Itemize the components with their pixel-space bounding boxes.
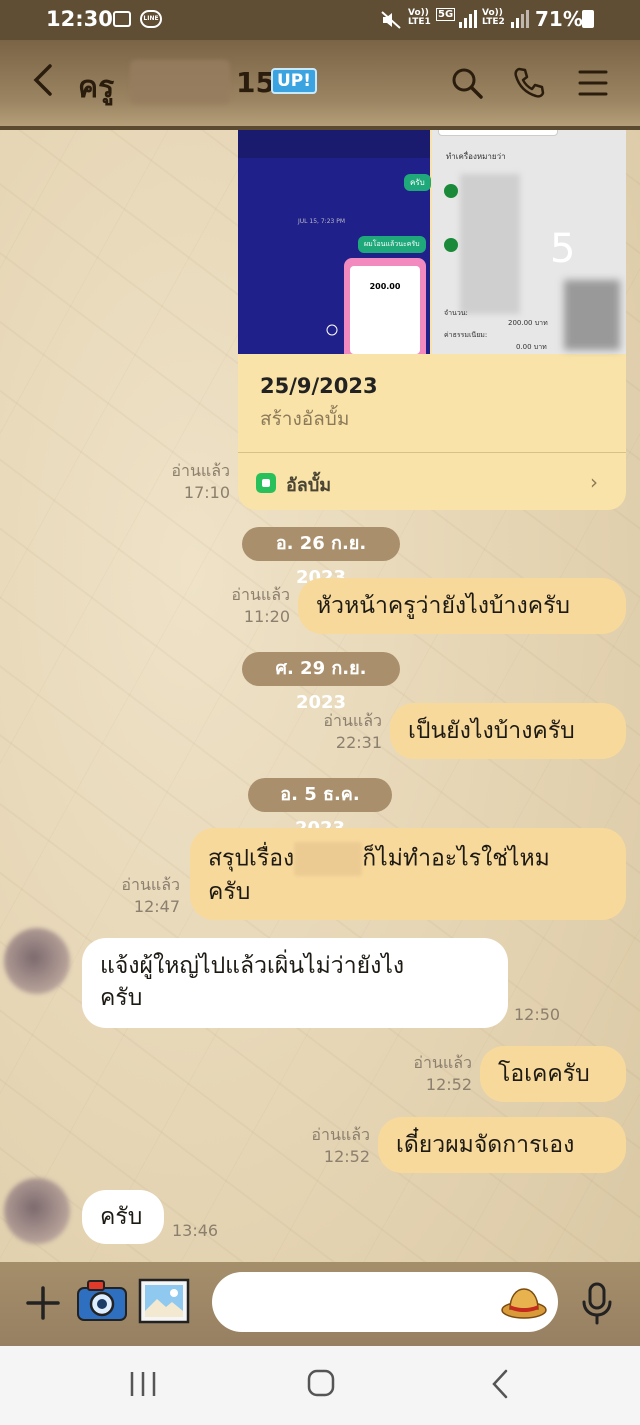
album-divider	[238, 452, 626, 453]
read-receipt: อ่านแล้ว 22:31	[323, 711, 382, 752]
camera-icon[interactable]	[76, 1276, 128, 1324]
straw-hat-sticker-icon[interactable]	[500, 1282, 548, 1322]
signal1-icon	[459, 10, 477, 28]
recent-apps-icon[interactable]	[128, 1370, 158, 1398]
menu-icon[interactable]	[574, 64, 612, 102]
message-time: 13:46	[172, 1221, 219, 1240]
signal2-icon	[511, 10, 529, 28]
chat-header: ครู 15 UP!	[0, 40, 640, 130]
back-nav-icon[interactable]	[488, 1368, 514, 1400]
android-nav-bar	[0, 1346, 640, 1425]
read-receipt: อ่านแล้ว 11:20	[231, 585, 290, 626]
volte1-label: Vo)) LTE1	[408, 8, 431, 27]
read-receipt: อ่านแล้ว 12:47	[121, 875, 180, 916]
thumb-reply-b: ผมโอนแล้วนะครับ	[358, 236, 426, 253]
search-icon[interactable]	[448, 64, 486, 102]
album-thumbnail-left[interactable]: ครับ JUL 15, 7:23 PM ผมโอนแล้วนะครับ 200…	[238, 130, 431, 354]
message-text: แจ้งผู้ใหญ่ไปแล้วเผิ่นไม่ว่ายังไง	[100, 953, 405, 979]
plus-icon[interactable]	[24, 1284, 62, 1322]
thumb-row1-value: 200.00 บาท	[508, 319, 548, 327]
photo-gallery-icon[interactable]	[138, 1278, 190, 1324]
thumb-sent-time: JUL 15, 7:23 PM	[298, 218, 346, 225]
up-badge: UP!	[271, 68, 318, 94]
home-icon[interactable]	[306, 1368, 336, 1398]
album-icon	[256, 473, 276, 493]
my-message-bubble[interactable]: โอเคครับ	[480, 1046, 626, 1102]
message-text: สรุปเรื่อง	[208, 845, 295, 872]
redacted-name	[130, 60, 230, 104]
message-time: 12:50	[514, 1005, 561, 1024]
my-message-bubble[interactable]: หัวหน้าครูว่ายังไงบ้างครับ	[298, 578, 626, 634]
line-notification-icon: LINE	[140, 10, 162, 28]
album-subtitle: สร้างอัลบั้ม	[260, 408, 350, 430]
album-date: 25/9/2023	[260, 374, 378, 398]
microphone-icon[interactable]	[580, 1282, 614, 1326]
read-receipt: อ่านแล้ว 12:52	[413, 1053, 472, 1094]
mute-icon	[381, 11, 401, 29]
redacted-text	[294, 842, 363, 876]
thumb-row2-label: ค่าธรรมเนียม:	[444, 331, 488, 339]
contact-avatar[interactable]	[4, 928, 70, 994]
message-input-bar	[0, 1262, 640, 1346]
thumb-reply-a: ครับ	[404, 174, 431, 191]
my-message-bubble[interactable]: เป็นยังไงบ้างครับ	[390, 703, 626, 759]
battery-icon	[582, 10, 594, 28]
thumb-lock-icon	[326, 324, 338, 336]
phone-icon[interactable]	[510, 64, 548, 102]
album-card[interactable]: ครับ JUL 15, 7:23 PM ผมโอนแล้วนะครับ 200…	[238, 130, 626, 510]
date-chip: อ. 5 ธ.ค. 2023	[248, 778, 392, 839]
status-bar: 12:30 LINE Vo)) LTE1 5G Vo)) LTE2 71%	[0, 0, 640, 40]
date-chip: ศ. 29 ก.ย. 2023	[242, 652, 400, 713]
read-receipt: อ่านแล้ว 12:52	[311, 1125, 370, 1166]
date-chip: อ. 26 ก.ย. 2023	[242, 527, 400, 588]
album-thumbnail-right[interactable]: ทำเครื่องหมายว่า 5 จำนวน: 200.00 บาท ค่า…	[432, 130, 626, 354]
chevron-right-icon[interactable]: ›	[590, 470, 598, 494]
status-time: 12:30	[46, 7, 113, 31]
battery-percent: 71%	[535, 7, 583, 31]
thumb-row2-value: 0.00 บาท	[516, 343, 547, 351]
my-message-bubble[interactable]: เดี๋ยวผมจัดการเอง	[378, 1117, 626, 1173]
thumb-digit: 5	[550, 226, 576, 272]
my-message-bubble[interactable]: สรุปเรื่อง ก็ไม่ทำอะไรใช่ไหม ครับ	[190, 828, 626, 920]
thumb-row1-label: จำนวน:	[444, 309, 468, 317]
message-text: ครับ	[208, 879, 251, 905]
thumb-heading: ทำเครื่องหมายว่า	[446, 152, 506, 161]
their-message-bubble[interactable]: ครับ	[82, 1190, 164, 1244]
message-text: ครับ	[100, 985, 143, 1011]
chat-title: ครู	[78, 70, 115, 105]
5g-label: 5G	[436, 8, 456, 21]
gallery-notification-icon	[113, 11, 131, 27]
thumb-amount: 200.00	[350, 266, 420, 354]
message-text: ก็ไม่ทำอะไรใช่ไหม	[362, 845, 550, 872]
back-arrow-icon[interactable]	[30, 62, 60, 98]
album-read-receipt: อ่านแล้ว 17:10	[171, 461, 230, 502]
volte2-label: Vo)) LTE2	[482, 8, 505, 27]
contact-avatar[interactable]	[4, 1178, 70, 1244]
their-message-bubble[interactable]: แจ้งผู้ใหญ่ไปแล้วเผิ่นไม่ว่ายังไง ครับ	[82, 938, 508, 1028]
album-label[interactable]: อัลบั้ม	[286, 470, 331, 499]
chat-title-suffix: 15	[236, 66, 275, 99]
message-input[interactable]	[212, 1272, 558, 1332]
